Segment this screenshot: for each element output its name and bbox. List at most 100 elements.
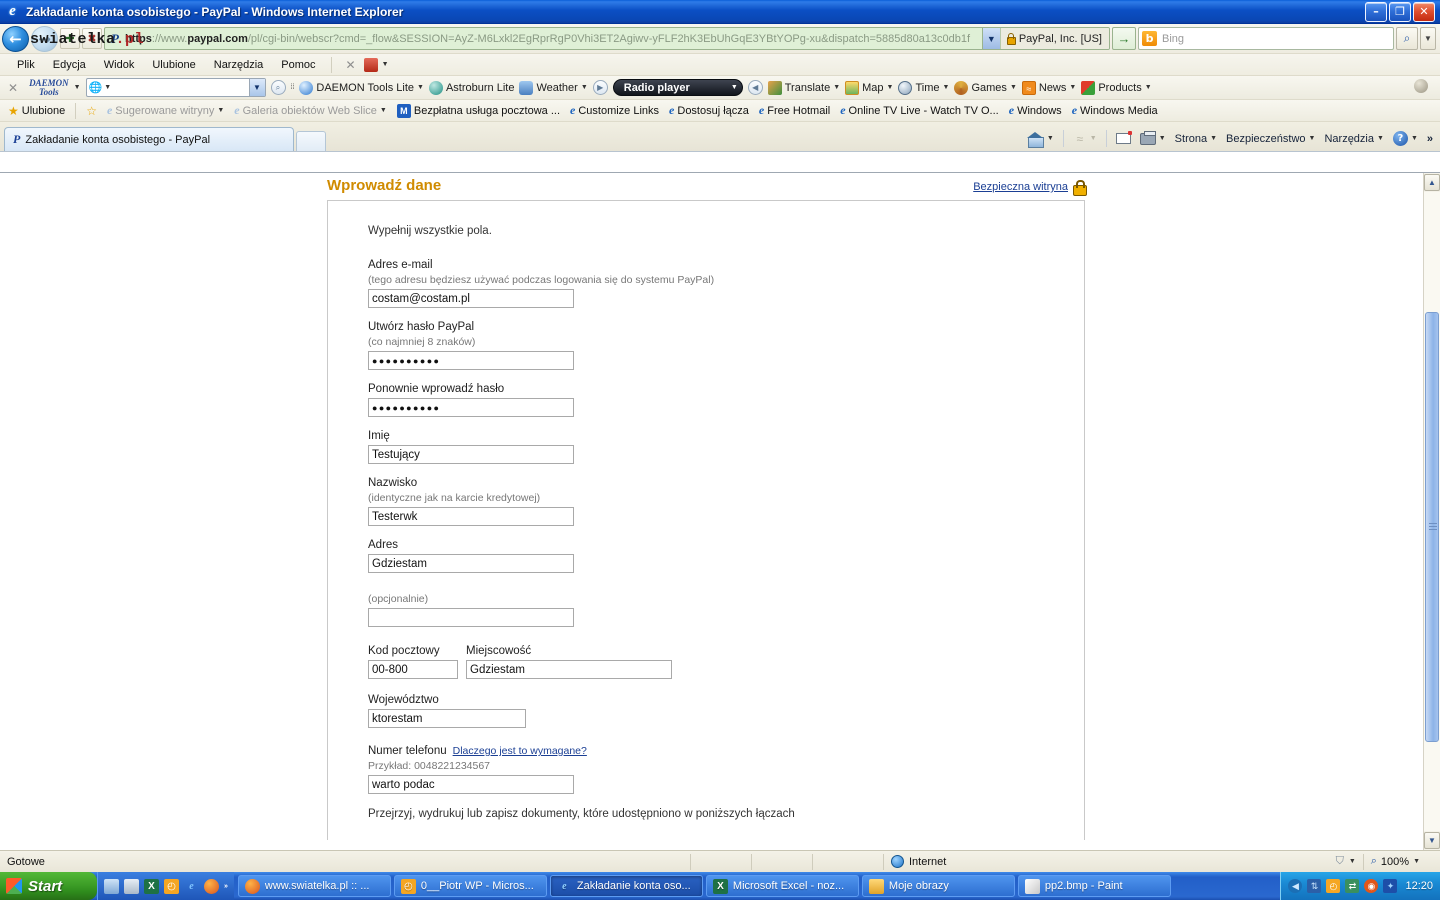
toolbar-item-astroburn-lite[interactable]: Astroburn Lite: [428, 80, 514, 95]
toolbar-item-daemon-tools-lite[interactable]: DAEMON Tools Lite ▼: [299, 80, 424, 95]
network-icon[interactable]: ⇅: [1307, 879, 1322, 893]
chevron-down-icon[interactable]: ▼: [1411, 135, 1418, 142]
go-button[interactable]: →: [1112, 27, 1136, 50]
chevron-down-icon[interactable]: ▼: [74, 84, 81, 91]
clock-label[interactable]: 12:20: [1405, 880, 1433, 892]
favorite-suggested-sites[interactable]: e Sugerowane witryny ▼: [104, 103, 227, 118]
page-menu-button[interactable]: Strona ▼: [1172, 133, 1220, 145]
daemon-search-input[interactable]: 🌐 ▼ ▼: [85, 78, 266, 97]
menu-item-edycja[interactable]: Edycja: [44, 57, 95, 73]
phone-field[interactable]: warto podac: [368, 775, 574, 794]
menu-item-ulubione[interactable]: Ulubione: [143, 57, 204, 73]
city-field[interactable]: Gdziestam: [466, 660, 672, 679]
menu-item-widok[interactable]: Widok: [95, 57, 144, 73]
toolbar-item-map[interactable]: Map ▼: [845, 80, 893, 95]
chevron-down-icon[interactable]: ▼: [731, 84, 738, 91]
password-field[interactable]: ●●●●●●●●●●: [368, 351, 574, 370]
restore-button[interactable]: ❐: [1389, 1, 1411, 22]
forward-arrow-icon[interactable]: →: [31, 25, 58, 52]
chevron-down-icon[interactable]: ▼: [1010, 84, 1017, 91]
clock-icon[interactable]: ◴: [164, 878, 179, 894]
chevron-down-icon[interactable]: ▼: [1090, 135, 1097, 142]
menu-item-pomoc[interactable]: Pomoc: [272, 57, 324, 73]
minimize-button[interactable]: –: [1365, 1, 1387, 22]
daemon-search-button[interactable]: ⌕: [270, 80, 286, 95]
search-icon[interactable]: ⌕: [1396, 27, 1418, 50]
close-daemon-toolbar-icon[interactable]: ✕: [4, 81, 24, 95]
chevron-down-icon[interactable]: ▼: [380, 107, 387, 114]
radio-player-control[interactable]: Radio player ▼: [612, 79, 743, 96]
secure-site-link[interactable]: Bezpieczna witryna: [973, 181, 1068, 193]
scrollbar-thumb[interactable]: [1424, 312, 1439, 742]
email-field[interactable]: costam@costam.pl: [368, 289, 574, 308]
search-input[interactable]: b Bing: [1138, 27, 1394, 50]
add-to-favorites-bar-button[interactable]: ☆: [83, 104, 100, 118]
menu-item-narzedzia[interactable]: Narzędzia: [205, 57, 273, 73]
provider-chevron-down-icon[interactable]: ▼: [104, 84, 111, 91]
toolbar-item-time[interactable]: Time ▼: [898, 80, 949, 95]
help-menu-button[interactable]: ? ▼: [1390, 131, 1421, 146]
toolbar-item-products[interactable]: Products ▼: [1081, 80, 1152, 95]
security-menu-button[interactable]: Bezpieczeństwo ▼: [1223, 133, 1318, 145]
back-arrow-icon[interactable]: ←: [2, 25, 29, 52]
password-confirm-field[interactable]: ●●●●●●●●●●: [368, 398, 574, 417]
chevron-down-icon[interactable]: ▼: [1047, 135, 1054, 142]
clock-tray-icon[interactable]: ◴: [1326, 879, 1341, 893]
phone-help-link[interactable]: Dlaczego jest to wymagane?: [453, 745, 587, 757]
favorite-windows-media[interactable]: e Windows Media: [1069, 103, 1161, 118]
toolbar-item-translate[interactable]: Translate ▼: [767, 80, 840, 95]
chevron-down-icon[interactable]: ▼: [1145, 84, 1152, 91]
tools-menu-button[interactable]: Narzędzia ▼: [1321, 133, 1386, 145]
scrollbar-track[interactable]: [1423, 192, 1440, 831]
close-toolbar-icon[interactable]: ✕: [338, 58, 364, 72]
security-zone[interactable]: Internet: [884, 851, 1329, 872]
favorite-dostosuj-lacza[interactable]: e Dostosuj łącza: [666, 103, 752, 118]
scroll-up-icon[interactable]: ▲: [1424, 174, 1440, 191]
read-mail-button[interactable]: [1113, 131, 1134, 144]
first-name-field[interactable]: Testujący: [368, 445, 574, 464]
close-button[interactable]: ✕: [1413, 1, 1435, 22]
bluetooth-icon[interactable]: ✦: [1383, 879, 1398, 893]
command-bar-overflow-button[interactable]: »: [1424, 133, 1436, 145]
voivodeship-field[interactable]: ktorestam: [368, 709, 526, 728]
address-bar[interactable]: P https://www.paypal.com/pl/cgi-bin/webs…: [104, 27, 1110, 50]
toolbar-resize-handle[interactable]: ⁞⁞: [291, 84, 295, 91]
home-button[interactable]: ▼: [1025, 131, 1057, 148]
media-icon[interactable]: [124, 878, 139, 894]
radio-play-icon[interactable]: ▶: [592, 80, 608, 95]
show-hidden-icons-icon[interactable]: ◀: [1288, 879, 1303, 893]
taskbar-item-excel[interactable]: X Microsoft Excel - noz...: [705, 875, 859, 897]
chevron-down-icon[interactable]: ▼: [217, 107, 224, 114]
taskbar-item-piotr-wp[interactable]: ◴ 0__Piotr WP - Micros...: [393, 875, 547, 897]
favorite-bezplatna-usluga-pocztowa[interactable]: M Bezpłatna usługa pocztowa ...: [394, 103, 563, 118]
new-tab-button[interactable]: [296, 131, 326, 151]
toolbar-item-games[interactable]: Games ▼: [954, 80, 1017, 95]
chevron-down-icon[interactable]: ▼: [833, 84, 840, 91]
favorite-windows[interactable]: e Windows: [1006, 103, 1065, 118]
start-button[interactable]: Start: [0, 872, 97, 900]
chevron-down-icon[interactable]: ▼: [417, 84, 424, 91]
chevron-down-icon[interactable]: ▼: [1210, 135, 1217, 142]
radio-prev-icon[interactable]: ◀: [747, 80, 763, 95]
taskbar-item-paypal[interactable]: e Zakładanie konta oso...: [549, 875, 703, 897]
chevron-down-icon[interactable]: ▼: [1069, 84, 1076, 91]
tab-paypal-registration[interactable]: P Zakładanie konta osobistego - PayPal: [4, 127, 294, 151]
chevron-down-icon[interactable]: ▼: [1309, 135, 1316, 142]
compat-view-button[interactable]: ✚: [60, 28, 80, 49]
menu-item-plik[interactable]: Plik: [8, 57, 44, 73]
excel-icon[interactable]: X: [144, 878, 159, 894]
feeds-button[interactable]: ≈ ▼: [1070, 132, 1100, 146]
taskbar-item-paint[interactable]: pp2.bmp - Paint: [1017, 875, 1171, 897]
address2-field[interactable]: [368, 608, 574, 627]
search-provider-chevron-down-icon[interactable]: ▼: [1420, 27, 1436, 50]
pdf-toolbar-button[interactable]: ▼: [363, 57, 389, 72]
ie-icon[interactable]: e: [184, 879, 199, 894]
favorite-online-tv-live[interactable]: e Online TV Live - Watch TV O...: [837, 103, 1002, 118]
favorite-customize-links[interactable]: e Customize Links: [567, 103, 662, 118]
favorite-free-hotmail[interactable]: e Free Hotmail: [756, 103, 833, 118]
zip-field[interactable]: 00-800: [368, 660, 458, 679]
daemon-search-dropdown-icon[interactable]: ▼: [248, 79, 265, 96]
toolbar-item-weather[interactable]: Weather ▼: [519, 80, 588, 95]
taskbar-item-swiatelka[interactable]: www.swiatelka.pl :: ...: [237, 875, 391, 897]
scroll-down-icon[interactable]: ▼: [1424, 832, 1440, 849]
